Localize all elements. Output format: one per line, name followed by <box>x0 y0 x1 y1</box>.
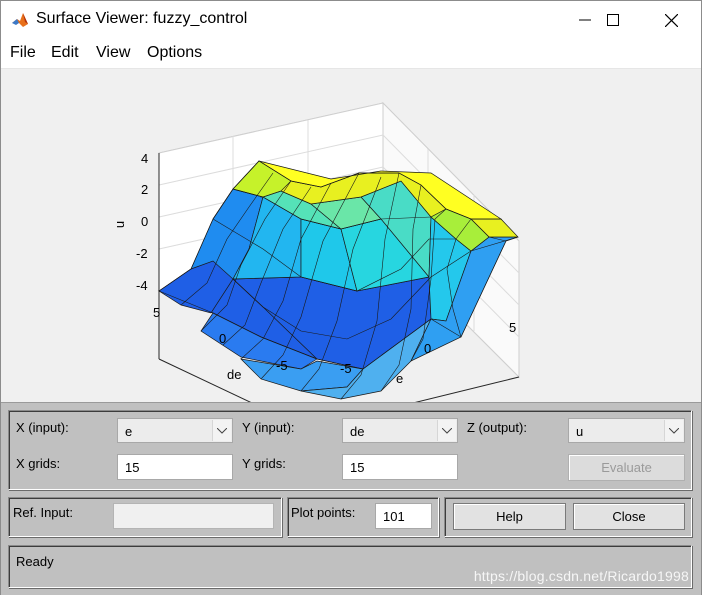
z-tick-label: 2 <box>141 182 149 197</box>
close-button[interactable]: Close <box>573 503 685 530</box>
status-text: Ready <box>16 554 54 569</box>
y-input-value: de <box>350 424 365 439</box>
y-input-select[interactable]: de <box>342 418 458 443</box>
x-input-label: X (input): <box>16 420 69 435</box>
maximize-icon <box>607 14 619 26</box>
y-grids-field[interactable]: 15 <box>342 454 458 480</box>
plot-points-label: Plot points: <box>291 505 356 520</box>
x-tick-label: -5 <box>340 361 352 376</box>
x-grids-field[interactable]: 15 <box>117 454 233 480</box>
x-input-value: e <box>125 424 133 439</box>
x-tick-label: 0 <box>424 341 432 356</box>
close-window-button[interactable] <box>642 1 700 39</box>
y-tick-label: 0 <box>219 331 227 346</box>
z-tick-label: 4 <box>141 151 149 166</box>
chevron-down-icon <box>212 420 231 441</box>
x-axis-label: e <box>396 371 404 386</box>
y-tick-label: 5 <box>153 305 161 320</box>
ref-input-field[interactable] <box>113 503 274 529</box>
menu-view[interactable]: View <box>96 44 130 62</box>
x-tick-label: 5 <box>509 320 517 335</box>
z-tick-label: 0 <box>141 214 149 229</box>
z-tick-label: -2 <box>136 246 148 261</box>
chevron-down-icon <box>437 420 456 441</box>
title-bar: Surface Viewer: fuzzy_control <box>1 1 701 39</box>
control-panel: X (input): e Y (input): de Z (output): u… <box>1 402 701 595</box>
y-grids-label: Y grids: <box>242 456 286 471</box>
menu-edit[interactable]: Edit <box>51 44 79 62</box>
y-input-label: Y (input): <box>242 420 295 435</box>
z-output-label: Z (output): <box>467 420 527 435</box>
surface-plot-area[interactable]: 4 2 0 -2 -4 u 5 0 -5 de -5 0 5 e <box>1 69 701 402</box>
x-grids-label: X grids: <box>16 456 61 471</box>
menu-file[interactable]: File <box>10 44 36 62</box>
maximize-button[interactable] <box>584 1 642 39</box>
close-icon <box>664 13 678 27</box>
y-tick-label: -5 <box>276 358 288 373</box>
plot-points-field[interactable]: 101 <box>375 503 432 529</box>
evaluate-button[interactable]: Evaluate <box>568 454 685 481</box>
window-title: Surface Viewer: fuzzy_control <box>36 10 248 27</box>
z-output-value: u <box>576 424 584 439</box>
z-tick-label: -4 <box>136 278 148 293</box>
menu-options[interactable]: Options <box>147 44 202 62</box>
matlab-logo-icon <box>10 10 30 30</box>
y-axis-label: de <box>227 367 242 382</box>
ref-input-label: Ref. Input: <box>13 505 73 520</box>
z-output-select[interactable]: u <box>568 418 685 443</box>
menu-bar: File Edit View Options <box>1 39 701 69</box>
z-axis-label: u <box>112 220 128 229</box>
surface-plot <box>157 101 520 402</box>
x-input-select[interactable]: e <box>117 418 233 443</box>
chevron-down-icon <box>664 420 683 441</box>
help-button[interactable]: Help <box>453 503 566 530</box>
watermark-text: https://blog.csdn.net/Ricardo1998 <box>473 568 689 584</box>
surface-viewer-window: Surface Viewer: fuzzy_control File Edit … <box>0 0 702 595</box>
